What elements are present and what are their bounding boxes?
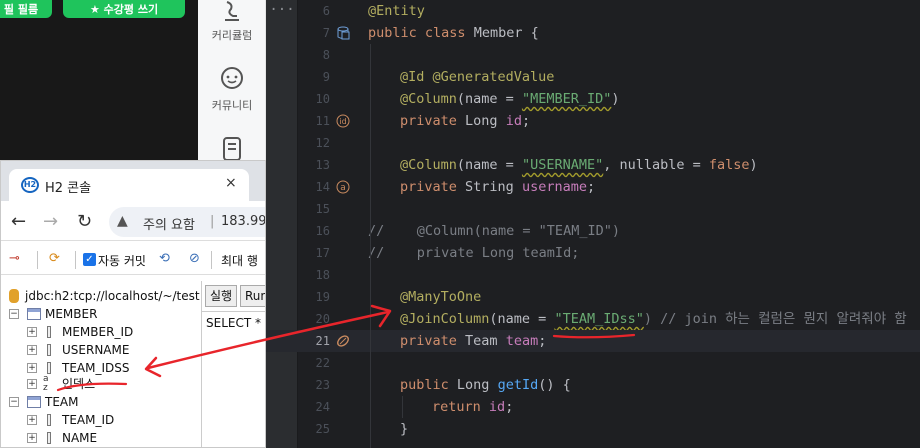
table-name: MEMBER — [45, 307, 98, 321]
indent-guide — [370, 44, 371, 448]
table-icon — [27, 396, 41, 408]
code-line: 10 @Column(name = "MEMBER_ID") — [315, 91, 620, 107]
index-icon: az — [43, 374, 49, 393]
code-line: 12 — [315, 136, 330, 150]
url-host: 183.99. — [221, 214, 266, 229]
h2-toolbar: ⊸ ⟳ ✓ 자동 커밋 ⟲ ⊘ 최대 행 — [1, 245, 265, 275]
database-icon — [9, 289, 19, 303]
index-label: 인덱스 — [62, 377, 96, 391]
connection-url: jdbc:h2:tcp://localhost/~/test — [25, 289, 200, 303]
back-arrow-icon[interactable]: ← — [11, 211, 26, 232]
svg-text:id: id — [339, 117, 346, 126]
max-rows-label: 최대 행 — [221, 254, 258, 268]
relation-gutter-icon[interactable] — [336, 334, 350, 348]
collapse-icon[interactable]: − — [9, 309, 19, 319]
omnibox-divider: | — [210, 214, 215, 229]
expand-icon[interactable]: + — [27, 433, 37, 443]
notebook-icon — [223, 137, 241, 160]
browser-window: H2 H2 콘솔 × ← → ↻ ▲ 주의 요함 | 183.99. ⊸ ⟳ ✓… — [0, 160, 266, 448]
column-gutter-icon[interactable]: a — [336, 180, 350, 194]
sql-pane: 실행 Run SELECT * FROM — [201, 281, 265, 447]
code-line: 9 @Id @GeneratedValue — [322, 69, 555, 85]
code-line: 24 return id; — [315, 399, 514, 415]
table-name: TEAM — [45, 395, 79, 409]
id-annotation-gutter-icon[interactable]: id — [336, 114, 350, 128]
schema-tree: jdbc:h2:tcp://localhost/~/test − MEMBER … — [1, 281, 203, 447]
refresh-icon[interactable]: ⟳ — [49, 251, 60, 266]
sidebar-item-label: 커리큘럼 — [211, 29, 253, 42]
expand-icon[interactable]: + — [27, 327, 37, 337]
column-name: NAME — [62, 431, 98, 445]
svg-text:a: a — [340, 183, 346, 193]
code-line: 14 a private String username; — [315, 179, 596, 195]
tab-strip: H2 H2 콘솔 × — [1, 161, 265, 201]
sidebar-item-curriculum[interactable]: 커리큘럼 — [198, 0, 266, 42]
h2-favicon-icon: H2 — [21, 177, 39, 193]
code-line: 7 public class Member { — [322, 25, 539, 41]
column-icon — [47, 432, 51, 444]
code-line: 17 // private Long teamId; — [315, 245, 580, 261]
column-name: MEMBER_ID — [62, 325, 134, 339]
write-review-button[interactable]: ★ 수강평 쓰기 — [63, 0, 185, 18]
code-line: 8 — [322, 48, 330, 62]
code-line-current: 21 private Team team; — [266, 330, 920, 352]
sidebar-item-label: 커뮤니티 — [211, 99, 253, 112]
column-icon — [47, 344, 51, 356]
code-line: 22 — [315, 356, 330, 370]
commit-icon[interactable]: ⊘ — [189, 251, 200, 266]
code-line: 13 @Column(name = "USERNAME", nullable =… — [315, 157, 758, 173]
disconnect-icon[interactable]: ⊸ — [9, 251, 20, 266]
autocommit-label: 자동 커밋 — [98, 254, 146, 268]
collapse-icon[interactable]: − — [9, 397, 19, 407]
expand-icon[interactable]: + — [27, 415, 37, 425]
address-bar: ← → ↻ ▲ 주의 요함 | 183.99. — [1, 201, 266, 241]
web-header: 필 필름 ★ 수강평 쓰기 — [0, 0, 198, 160]
column-name: USERNAME — [62, 343, 130, 357]
database-table-icon[interactable] — [336, 26, 350, 40]
reload-icon[interactable]: ↻ — [77, 211, 92, 232]
run-selected-button[interactable]: Run — [240, 285, 265, 307]
close-tab-icon[interactable]: × — [225, 175, 237, 191]
expand-icon[interactable]: + — [27, 379, 37, 389]
code-line: 20 @JoinColumn(name = "TEAM_IDss") // jo… — [315, 311, 907, 327]
toolbar-divider — [37, 251, 38, 269]
code-editor: ... 6 @Entity 7 public class Member { 8 … — [266, 0, 920, 448]
code-line: 6 @Entity — [322, 3, 425, 19]
code-line: 25 } — [315, 421, 409, 437]
column-icon — [47, 362, 51, 374]
column-name: TEAM_ID — [62, 413, 115, 427]
table-icon — [27, 308, 41, 320]
expand-icon[interactable]: + — [27, 345, 37, 355]
indent-guide — [402, 396, 403, 418]
screenshot-root: 필 필름 ★ 수강평 쓰기 커리큘럼 커뮤니티 ... 6 @Entity 7 … — [0, 0, 920, 448]
course-sidebar: 커리큘럼 커뮤니티 — [198, 0, 266, 160]
tab-title: H2 콘솔 — [45, 181, 92, 196]
url-omnibox[interactable]: ▲ 주의 요함 | 183.99. — [109, 207, 266, 237]
web-action-button[interactable]: 필 필름 — [0, 0, 52, 18]
code-line: 23 public Long getId() { — [315, 377, 571, 393]
warning-icon[interactable]: ▲ — [117, 213, 128, 229]
expand-icon[interactable]: + — [27, 363, 37, 373]
code-line: 19 @ManyToOne — [315, 289, 482, 305]
tab-h2-console[interactable]: H2 H2 콘솔 × — [9, 169, 249, 201]
chat-bubble-icon — [221, 67, 243, 89]
toolbar-divider — [211, 251, 212, 269]
forward-arrow-icon[interactable]: → — [43, 211, 58, 232]
run-button[interactable]: 실행 — [205, 285, 238, 307]
toolbar-divider — [75, 251, 76, 269]
column-icon — [47, 326, 51, 338]
autocommit-checkbox[interactable]: ✓ — [83, 253, 96, 266]
code-line: 11 id private Long id; — [315, 113, 531, 129]
code-line: 18 — [315, 268, 330, 282]
sql-editor[interactable]: SELECT * FROM — [202, 311, 265, 447]
curriculum-icon — [225, 1, 239, 21]
sidebar-item-notes[interactable] — [198, 136, 266, 163]
sidebar-item-community[interactable]: 커뮤니티 — [198, 66, 266, 112]
not-secure-label: 주의 요함 — [143, 218, 195, 233]
rollback-icon[interactable]: ⟲ — [159, 251, 170, 266]
code-line: 15 — [315, 202, 330, 216]
code-line: 16 // @Column(name = "TEAM_ID") — [315, 223, 620, 239]
column-icon — [47, 414, 51, 426]
